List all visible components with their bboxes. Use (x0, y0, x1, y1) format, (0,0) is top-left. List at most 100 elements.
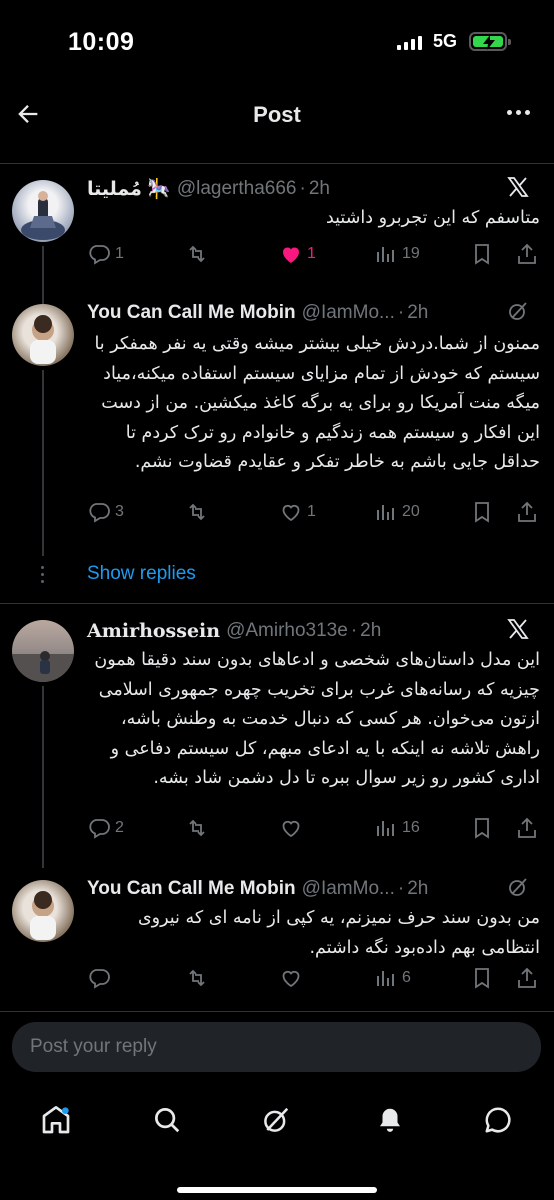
reply-icon (89, 969, 110, 989)
views-icon (377, 971, 394, 986)
view-count: 16 (402, 819, 420, 836)
timestamp: 2h (360, 620, 382, 641)
reply-button[interactable]: 3 (87, 500, 124, 524)
reply-input[interactable]: Post your reply (30, 1022, 157, 1072)
grok-x-icon[interactable] (506, 617, 530, 646)
bookmark-icon (475, 818, 489, 839)
tweet-text: ممنون از شما.دردش خیلی بیشتر میشه وقتی ی… (94, 334, 540, 472)
bookmark-button[interactable] (470, 966, 494, 990)
share-button[interactable] (515, 966, 539, 990)
bookmark-icon (475, 502, 489, 523)
views-icon (377, 505, 394, 520)
share-icon (518, 501, 536, 522)
avatar[interactable] (12, 880, 74, 942)
author-name[interactable]: مُملیتا 🎠 (87, 177, 171, 201)
divider (0, 1011, 554, 1012)
tweet-header: You Can Call Me Mobin @IamMo... · 2h (87, 300, 544, 326)
repost-button[interactable] (185, 966, 213, 990)
bookmark-button[interactable] (470, 242, 494, 266)
bookmark-icon (475, 244, 489, 265)
reply-count: 1 (115, 245, 124, 262)
author-name[interactable]: You Can Call Me Mobin (87, 302, 296, 324)
separator: · (397, 878, 405, 899)
more-options-icon[interactable] (507, 110, 530, 115)
separator: · (299, 178, 306, 199)
bookmark-button[interactable] (470, 816, 494, 840)
reply-composer[interactable]: Post your reply (12, 1022, 541, 1072)
share-button[interactable] (515, 816, 539, 840)
tweet[interactable]: Amirhossein @Amirho313e · 2h این مدل داس… (0, 604, 554, 868)
author-handle[interactable]: @IamMo... (302, 302, 395, 324)
repost-button[interactable] (185, 242, 213, 266)
views-icon (377, 247, 394, 262)
tweet[interactable]: مُملیتا 🎠 @lagertha666 · 2h متاسفم که ای… (0, 164, 554, 292)
reply-icon (89, 503, 110, 523)
views-button[interactable]: 19 (374, 242, 420, 266)
thread-line (42, 284, 44, 304)
separator: · (350, 620, 358, 641)
bookmark-icon (475, 968, 489, 989)
like-button[interactable] (279, 966, 307, 990)
share-button[interactable] (515, 242, 539, 266)
home-indicator (177, 1187, 377, 1193)
signal-icon (397, 36, 422, 50)
author-handle[interactable]: @Amirho313e (226, 620, 348, 642)
avatar[interactable] (12, 180, 74, 242)
repost-button[interactable] (185, 500, 213, 524)
timestamp: 2h (407, 878, 429, 899)
avatar[interactable] (12, 620, 74, 682)
like-button[interactable] (279, 816, 307, 840)
like-button[interactable]: 1 (279, 242, 316, 266)
author-name[interactable]: Amirhossein (87, 620, 220, 642)
grok-icon[interactable] (506, 299, 530, 328)
grok-x-icon[interactable] (506, 175, 530, 204)
tweet[interactable]: You Can Call Me Mobin @IamMo... · 2h من … (0, 868, 554, 1010)
avatar[interactable] (12, 304, 74, 366)
tweet-actions: 3 1 20 (87, 500, 540, 530)
views-button[interactable]: 20 (374, 500, 420, 524)
grok-icon[interactable] (506, 875, 530, 904)
author-handle[interactable]: @IamMo... (302, 878, 395, 900)
battery-icon (469, 32, 511, 51)
heart-icon (282, 820, 300, 838)
messages-icon[interactable] (478, 1100, 518, 1140)
home-icon[interactable] (36, 1100, 76, 1140)
tweet-text: متاسفم که این تجربرو داشتید (325, 208, 540, 228)
reply-button[interactable] (87, 966, 115, 990)
timestamp: 2h (308, 178, 330, 199)
view-count: 20 (402, 503, 420, 520)
bookmark-button[interactable] (470, 500, 494, 524)
share-icon (518, 243, 536, 264)
search-icon[interactable] (147, 1100, 187, 1140)
tweet[interactable]: You Can Call Me Mobin @IamMo... · 2h ممن… (0, 284, 554, 556)
timestamp: 2h (407, 302, 429, 323)
repost-icon (189, 969, 205, 987)
grok-icon[interactable] (256, 1100, 296, 1140)
view-count: 6 (402, 969, 411, 986)
notifications-icon[interactable] (370, 1100, 410, 1140)
network-type: 5G (433, 31, 458, 51)
repost-button[interactable] (185, 816, 213, 840)
reply-button[interactable]: 1 (87, 242, 124, 266)
tweet-actions: 1 1 19 (87, 242, 540, 272)
views-button[interactable]: 6 (374, 966, 411, 990)
show-replies-link[interactable]: Show replies (87, 563, 196, 585)
heart-filled-icon (283, 247, 299, 263)
tweet-header: Amirhossein @Amirho313e · 2h (87, 618, 544, 644)
thread-line (42, 686, 44, 868)
views-icon (377, 821, 394, 836)
tweet-text: من بدون سند حرف نمیزنم، یه کپی از نامه ا… (137, 908, 540, 958)
reply-icon (89, 245, 110, 265)
views-button[interactable]: 16 (374, 816, 420, 840)
share-button[interactable] (515, 500, 539, 524)
heart-icon (282, 504, 300, 522)
bottom-tab-bar (0, 1090, 554, 1200)
author-handle[interactable]: @lagertha666 (177, 178, 297, 200)
reply-button[interactable]: 2 (87, 816, 124, 840)
like-button[interactable]: 1 (279, 500, 316, 524)
tweet-header: مُملیتا 🎠 @lagertha666 · 2h (87, 176, 544, 202)
like-count: 1 (307, 503, 316, 520)
repost-icon (189, 503, 205, 521)
tweet-actions: 6 (87, 966, 540, 996)
author-name[interactable]: You Can Call Me Mobin (87, 878, 296, 900)
